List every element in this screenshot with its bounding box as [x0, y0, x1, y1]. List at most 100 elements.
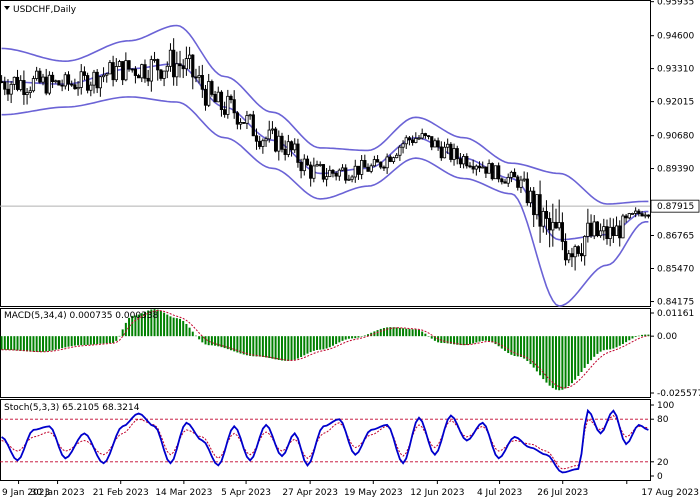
candle-body: [353, 165, 357, 178]
macd-histogram-bar: [472, 336, 475, 344]
macd-histogram-bar: [10, 336, 13, 351]
candle-body: [579, 253, 584, 257]
candle-body: [178, 63, 182, 67]
candle-body: [500, 178, 504, 183]
candle-body: [414, 138, 418, 143]
macd-histogram-bar: [220, 336, 223, 348]
candle-body: [634, 210, 638, 214]
macd-histogram-bar: [319, 336, 322, 350]
macd-histogram-bar: [328, 336, 331, 348]
macd-histogram-bar: [316, 336, 319, 350]
macd-histogram-bar: [424, 333, 427, 337]
candle-body: [605, 226, 609, 240]
macd-histogram-bar: [300, 336, 303, 357]
macd-histogram-bar: [252, 336, 255, 357]
candle-body: [465, 156, 469, 167]
candle-body: [452, 148, 456, 160]
candle-body: [70, 83, 74, 86]
macd-histogram-bar: [290, 336, 293, 361]
candle-body: [379, 161, 383, 168]
candle: [251, 110, 255, 137]
candle-body: [487, 163, 491, 174]
candle-body: [15, 76, 20, 90]
candle-body: [38, 70, 42, 83]
macd-histogram-bar: [179, 318, 182, 337]
macd-histogram-bar: [57, 336, 60, 349]
x-tick-label: 12 Jun 2023: [410, 488, 464, 498]
candle: [274, 126, 278, 153]
macd-histogram-bar: [468, 336, 471, 345]
candle-body: [548, 218, 552, 231]
macd-histogram-bar: [577, 336, 580, 376]
macd-histogram-bar: [265, 336, 268, 358]
candle-body: [512, 171, 517, 178]
macd-histogram-bar: [86, 336, 89, 345]
macd-histogram-bar: [360, 336, 363, 337]
macd-histogram-bar: [51, 336, 54, 351]
candle-body: [586, 222, 590, 237]
macd-histogram-bar: [545, 336, 548, 383]
candle-body: [146, 77, 150, 82]
candle-body: [643, 214, 647, 217]
macd-y-tick-label: 0.00: [657, 332, 677, 342]
x-tick-label: 30 Jan 2023: [31, 488, 85, 498]
macd-histogram-bar: [38, 336, 41, 352]
usdchf-chart: 0.95935 0.94600 0.93310 0.92015 0.90680 0.893…: [0, 0, 700, 500]
macd-histogram-bar: [335, 336, 338, 345]
candle-body: [372, 159, 376, 167]
candle-body: [226, 95, 230, 115]
candle-body: [420, 133, 424, 139]
candle-body: [63, 74, 67, 87]
macd-histogram-bar: [414, 329, 417, 337]
candle-body: [627, 213, 631, 219]
candle-body: [328, 169, 332, 178]
candle: [108, 60, 112, 75]
macd-histogram-bar: [615, 336, 618, 348]
chart-svg: 0.95935 0.94600 0.93310 0.92015 0.90680 0.893…: [0, 0, 700, 500]
macd-histogram-bar: [287, 336, 290, 361]
candle-body: [576, 246, 580, 254]
macd-histogram-bar: [532, 336, 535, 368]
candle-body: [223, 109, 227, 115]
candle-body: [22, 80, 26, 95]
macd-histogram-bar: [61, 336, 64, 349]
candle-body: [31, 78, 36, 92]
macd-histogram-bar: [242, 336, 245, 355]
candle-body: [331, 169, 335, 174]
candle-body: [258, 140, 262, 147]
macd-histogram-bar: [249, 336, 252, 356]
macd-histogram-bar: [347, 336, 350, 339]
candle-body: [423, 133, 427, 137]
macd-histogram-bar: [475, 336, 478, 343]
macd-histogram-bar: [102, 336, 105, 344]
x-tick-label: 19 May 2023: [344, 488, 403, 498]
macd-histogram-bar: [67, 336, 70, 347]
macd-histogram-bar: [421, 331, 424, 337]
candle-body: [305, 158, 310, 166]
macd-histogram-bar: [341, 336, 344, 341]
macd-histogram-bar: [519, 336, 522, 358]
macd-histogram-bar: [580, 336, 583, 372]
macd-histogram-bar: [22, 336, 25, 352]
macd-histogram-bar: [555, 336, 558, 390]
macd-histogram-bar: [185, 323, 188, 337]
candle-body: [283, 148, 287, 155]
candle-body: [583, 236, 587, 257]
candle-body: [95, 71, 99, 89]
candle-body: [640, 213, 644, 217]
macd-histogram-bar: [609, 336, 612, 350]
candle-body: [261, 140, 265, 147]
macd-histogram-bar: [523, 336, 526, 359]
x-tick-label: 4 Jul 2023: [477, 488, 522, 498]
macd-histogram-bar: [354, 336, 357, 339]
price-y-tick-label: 0.92015: [657, 98, 694, 108]
candle-body: [216, 91, 220, 103]
candle-body: [439, 146, 443, 159]
candle-body: [522, 178, 526, 181]
macd-histogram-bar: [16, 336, 19, 351]
macd-histogram-bar: [507, 336, 510, 354]
candle-body: [280, 135, 284, 150]
candle-body: [356, 165, 361, 175]
candle-body: [9, 83, 13, 95]
candle-body: [152, 59, 157, 61]
